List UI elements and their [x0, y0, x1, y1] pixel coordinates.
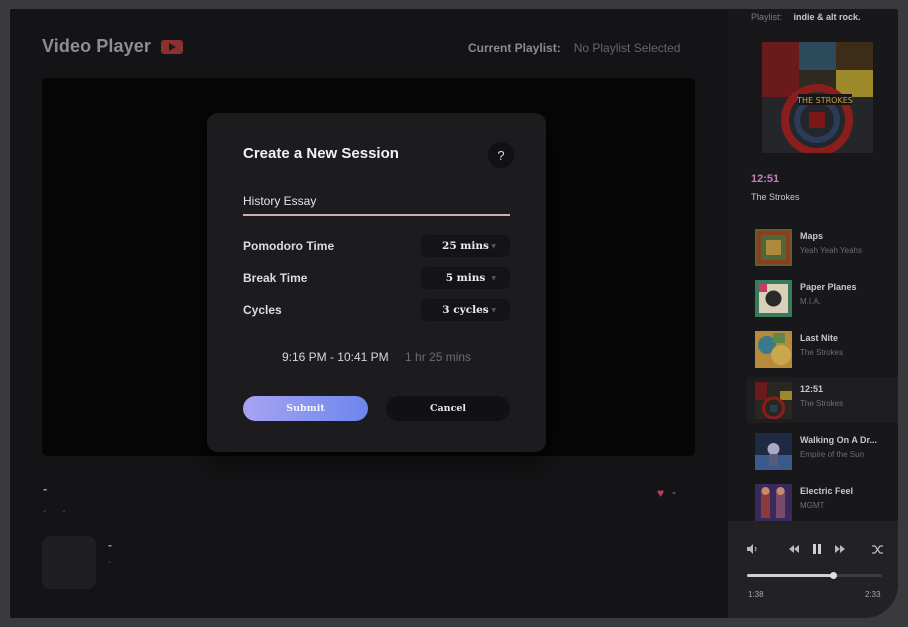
current-playlist-value: No Playlist Selected: [573, 41, 681, 55]
track-artist: M.I.A.: [800, 297, 821, 306]
cycles-select[interactable]: 3 cycles ▼: [421, 299, 510, 321]
track-artist: Empire of the Sun: [800, 450, 865, 459]
seek-bar-fill: [747, 574, 834, 577]
track-thumbnail: [755, 331, 792, 368]
option-row-break: Break Time 5 mins ▼: [243, 267, 510, 289]
track-title: 12:51: [800, 384, 824, 394]
session-time-summary: 9:16 PM - 10:41 PM 1 hr 25 mins: [207, 350, 546, 364]
break-select[interactable]: 5 mins ▼: [421, 267, 510, 289]
track-title: Paper Planes: [800, 282, 857, 292]
chevron-down-icon: ▼: [491, 307, 496, 314]
video-meta-b: -: [62, 506, 66, 517]
track-thumbnail: [755, 229, 792, 266]
submit-button[interactable]: Submit: [243, 396, 368, 421]
track-title: Electric Feel: [800, 486, 854, 496]
track-artist: The Strokes: [800, 399, 844, 408]
chevron-down-icon: ▼: [491, 243, 496, 250]
volume-icon[interactable]: [747, 544, 759, 556]
track-title: Walking On A Dr...: [800, 435, 878, 445]
channel-subscribers: -: [108, 557, 112, 568]
track-item[interactable]: Paper Planes M.I.A.: [748, 275, 898, 321]
channel-avatar[interactable]: [42, 536, 96, 589]
seek-bar-handle[interactable]: [829, 572, 837, 579]
help-button[interactable]: ?: [488, 142, 514, 168]
track-item[interactable]: Walking On A Dr... Empire of the Sun: [748, 428, 898, 474]
option-row-pomodoro: Pomodoro Time 25 mins ▼: [243, 235, 510, 257]
forward-icon[interactable]: [835, 545, 845, 555]
music-sidebar: Playlist: indie & alt rock. THE STROKES …: [728, 9, 898, 618]
break-value: 5 mins: [445, 272, 486, 284]
video-title: -: [43, 481, 48, 496]
video-meta: - -: [43, 506, 78, 517]
track-title: Last Nite: [800, 333, 839, 343]
total-time: 2:33: [865, 590, 881, 599]
current-time: 1:38: [748, 590, 764, 599]
rewind-icon[interactable]: [789, 545, 799, 555]
session-time-range: 9:16 PM - 10:41 PM: [281, 350, 389, 364]
track-thumbnail: [755, 484, 792, 521]
player-bar: [728, 521, 898, 618]
seek-bar[interactable]: [747, 572, 882, 579]
album-art: THE STROKES: [762, 42, 873, 153]
channel-name: -: [108, 538, 112, 552]
cycles-value: 3 cycles: [442, 304, 489, 316]
youtube-icon: [160, 39, 183, 54]
track-item[interactable]: Last Nite The Strokes: [748, 326, 898, 372]
new-session-dialog: Create a New Session ? Pomodoro Time 25 …: [207, 113, 546, 452]
sidebar-playlist-label: Playlist:: [751, 12, 783, 22]
now-playing-artist: The Strokes: [751, 192, 800, 202]
video-panel: Video Player Current Playlist: No Playli…: [10, 9, 728, 618]
option-row-cycles: Cycles 3 cycles ▼: [243, 299, 510, 321]
current-playlist: Current Playlist: No Playlist Selected: [468, 41, 680, 55]
cycles-label: Cycles: [243, 303, 282, 317]
track-item[interactable]: Electric Feel MGMT: [748, 479, 898, 525]
pomodoro-value: 25 mins: [442, 240, 489, 252]
track-artist: MGMT: [800, 501, 825, 510]
app-window: Video Player Current Playlist: No Playli…: [10, 9, 898, 618]
like-control[interactable]: ♥ -: [657, 486, 676, 500]
session-duration: 1 hr 25 mins: [405, 350, 472, 364]
track-thumbnail: [755, 433, 792, 470]
track-artist: The Strokes: [800, 348, 844, 357]
pomodoro-label: Pomodoro Time: [243, 239, 335, 253]
pomodoro-select[interactable]: 25 mins ▼: [421, 235, 510, 257]
track-title: Maps: [800, 231, 824, 241]
sidebar-playlist: Playlist: indie & alt rock.: [751, 12, 861, 22]
track-artist: Yeah Yeah Yeahs: [800, 246, 863, 255]
track-item[interactable]: Maps Yeah Yeah Yeahs: [748, 224, 898, 270]
title-row: Video Player: [42, 36, 183, 57]
cancel-button[interactable]: Cancel: [386, 396, 510, 421]
video-meta-a: -: [43, 506, 47, 517]
like-count: -: [672, 487, 676, 499]
svg-text:THE STROKES: THE STROKES: [796, 96, 853, 105]
page-title: Video Player: [42, 36, 151, 56]
sidebar-playlist-name: indie & alt rock.: [793, 12, 861, 22]
now-playing-title: 12:51: [751, 173, 780, 185]
dialog-title: Create a New Session: [243, 145, 399, 162]
break-label: Break Time: [243, 271, 308, 285]
current-playlist-label: Current Playlist:: [468, 41, 561, 55]
track-thumbnail: [755, 382, 792, 419]
heart-icon[interactable]: ♥: [657, 486, 664, 500]
track-item-active[interactable]: 12:51 The Strokes: [746, 377, 898, 423]
track-thumbnail: [755, 280, 792, 317]
session-name-input[interactable]: [243, 188, 510, 216]
pause-icon[interactable]: [812, 544, 822, 556]
chevron-down-icon: ▼: [491, 275, 496, 282]
shuffle-icon[interactable]: [872, 545, 883, 556]
